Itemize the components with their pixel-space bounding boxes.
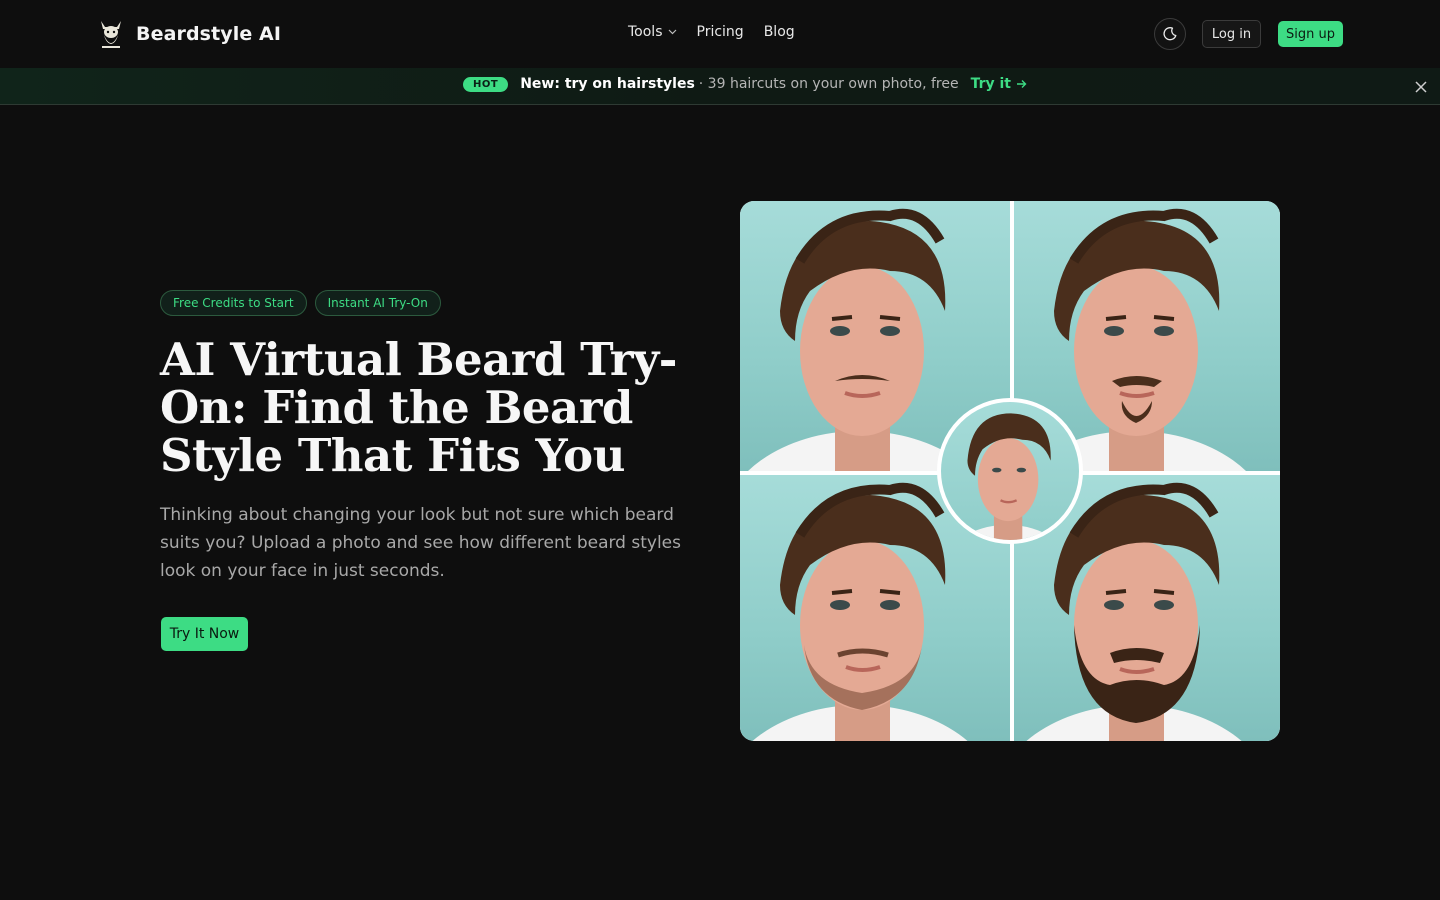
arrow-right-icon — [1017, 80, 1027, 88]
banner-try-it-link[interactable]: Try it — [971, 76, 1027, 92]
nav-tools-label: Tools — [628, 24, 663, 40]
nav-pricing-link[interactable]: Pricing — [697, 24, 744, 40]
top-nav: Beardstyle AI Tools Pricing Blog Log in … — [0, 0, 1440, 68]
nav-blog-link[interactable]: Blog — [764, 24, 795, 40]
hero-title: AI Virtual Beard Try-On: Find the Beard … — [160, 333, 677, 482]
try-it-now-button[interactable]: Try It Now — [161, 617, 248, 651]
close-icon[interactable] — [1414, 80, 1428, 94]
signup-button[interactable]: Sign up — [1278, 21, 1343, 47]
original-photo-circle — [937, 398, 1083, 544]
hero-badges: Free Credits to Start Instant AI Try-On — [160, 290, 441, 316]
announcement-banner: HOT New: try on hairstyles · 39 haircuts… — [0, 68, 1440, 105]
login-button[interactable]: Log in — [1202, 20, 1261, 48]
nav-blog-label: Blog — [763, 24, 795, 40]
banner-title: New: try on hairstyles — [520, 76, 695, 92]
banner-cta-label: Try it — [970, 76, 1012, 92]
banner-content: HOT New: try on hairstyles · 39 haircuts… — [463, 76, 1027, 92]
chevron-down-icon — [668, 29, 676, 35]
badge-free-credits: Free Credits to Start — [160, 290, 307, 316]
nav-links: Tools Pricing Blog — [628, 24, 795, 40]
theme-toggle-button[interactable] — [1154, 18, 1186, 50]
hero-subtitle: Thinking about changing your look but no… — [160, 505, 681, 581]
nav-pricing-label: Pricing — [696, 24, 744, 40]
badge-instant-try-on: Instant AI Try-On — [314, 290, 441, 316]
beard-style-collage — [740, 201, 1280, 741]
banner-subtitle: · 39 haircuts on your own photo, free — [698, 76, 959, 92]
nav-tools-dropdown[interactable]: Tools — [628, 24, 677, 40]
hot-badge: HOT — [463, 76, 509, 92]
beard-logo-icon — [96, 17, 126, 51]
brand-name: Beardstyle AI — [136, 23, 282, 45]
brand-logo-link[interactable]: Beardstyle AI — [96, 17, 281, 51]
portrait-clean-shaven — [958, 413, 1056, 540]
moon-icon — [1163, 27, 1177, 41]
